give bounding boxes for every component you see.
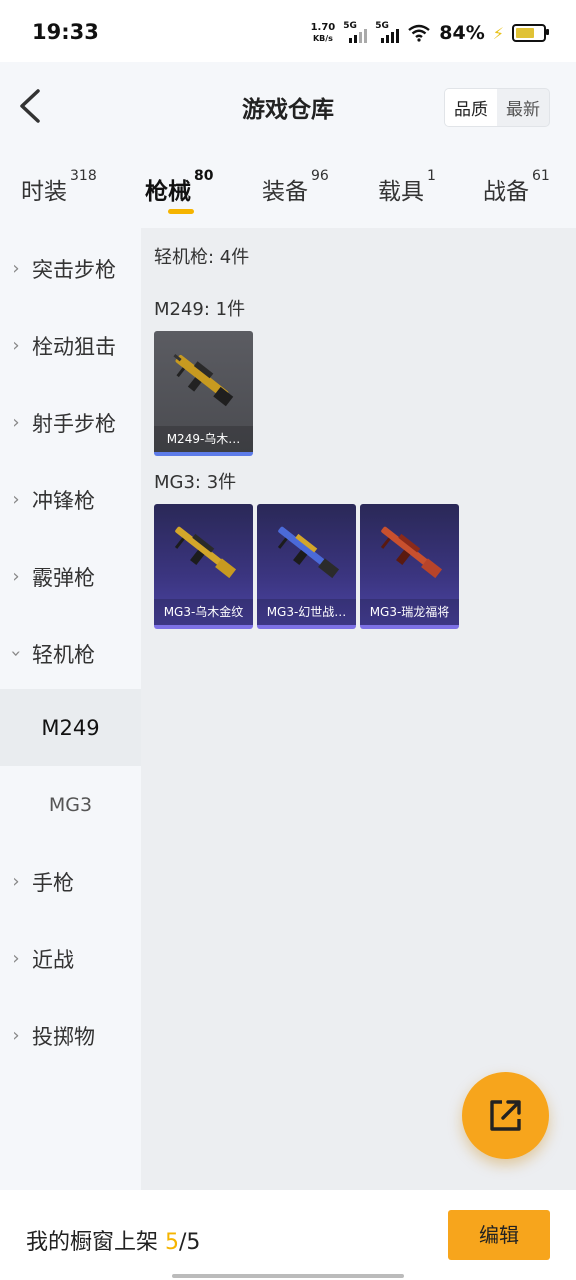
group-header: MG3: 3件 bbox=[154, 472, 237, 493]
bottom-bar: 我的橱窗上架 5/5 编辑 bbox=[0, 1190, 576, 1280]
sort-toggle: 品质 最新 bbox=[444, 88, 550, 127]
chevron-down-icon: › bbox=[5, 649, 27, 658]
sidebar-item-assault-rifle[interactable]: › 突击步枪 bbox=[0, 230, 141, 307]
chevron-right-icon: › bbox=[12, 489, 20, 510]
signal-icon: 5G bbox=[343, 21, 368, 43]
sidebar-item-smg[interactable]: › 冲锋枪 bbox=[0, 461, 141, 538]
item-card[interactable]: MG3-乌木金纹 bbox=[154, 504, 253, 629]
showcase-status: 我的橱窗上架 5/5 bbox=[26, 1230, 201, 1255]
share-external-icon bbox=[490, 1100, 521, 1131]
item-card[interactable]: MG3-幻世战… bbox=[257, 504, 356, 629]
battery-icon bbox=[512, 24, 549, 42]
chevron-right-icon: › bbox=[12, 258, 20, 279]
sidebar-subitem-mg3[interactable]: MG3 bbox=[0, 766, 141, 843]
tab-fashion[interactable]: 时装318 bbox=[21, 168, 97, 206]
sidebar-item-shotgun[interactable]: › 霰弹枪 bbox=[0, 538, 141, 615]
chevron-right-icon: › bbox=[12, 871, 20, 892]
gun-icon bbox=[174, 526, 237, 579]
category-tabs: 时装318 枪械80 装备96 载具1 战备61 bbox=[0, 150, 576, 228]
sidebar-item-lmg[interactable]: › 轻机枪 bbox=[0, 615, 141, 692]
sidebar-item-bolt-sniper[interactable]: › 栓动狙击 bbox=[0, 307, 141, 384]
sort-latest-button[interactable]: 最新 bbox=[497, 89, 549, 126]
battery-percent: 84% bbox=[439, 22, 485, 44]
gun-icon bbox=[173, 354, 234, 407]
showcase-count: 5 bbox=[165, 1230, 179, 1255]
item-card[interactable]: MG3-瑞龙福将 bbox=[360, 504, 459, 629]
chevron-right-icon: › bbox=[12, 1025, 20, 1046]
tab-firearms[interactable]: 枪械80 bbox=[145, 168, 213, 206]
active-tab-indicator bbox=[168, 209, 194, 214]
group-header: M249: 1件 bbox=[154, 299, 246, 320]
wifi-icon bbox=[408, 24, 431, 42]
tab-supplies[interactable]: 战备61 bbox=[483, 168, 550, 206]
header: 游戏仓库 品质 最新 bbox=[0, 62, 576, 150]
item-name: MG3-乌木金纹 bbox=[154, 599, 253, 625]
share-button[interactable] bbox=[462, 1072, 549, 1159]
sidebar-item-marksman-rifle[interactable]: › 射手步枪 bbox=[0, 384, 141, 461]
signal-icon: 5G bbox=[375, 21, 400, 43]
chevron-right-icon: › bbox=[12, 412, 20, 433]
sidebar-item-throwable[interactable]: › 投掷物 bbox=[0, 997, 141, 1074]
chevron-right-icon: › bbox=[12, 335, 20, 356]
sort-quality-button[interactable]: 品质 bbox=[445, 89, 497, 126]
gun-icon bbox=[277, 526, 340, 579]
edit-button[interactable]: 编辑 bbox=[448, 1210, 550, 1260]
status-bar: 19:33 1.70 KB/s 5G 5G 84% ⚡ bbox=[0, 0, 576, 62]
gun-icon bbox=[380, 526, 443, 579]
charging-icon: ⚡ bbox=[492, 23, 504, 43]
sidebar-item-pistol[interactable]: › 手枪 bbox=[0, 843, 141, 920]
network-speed: 1.70 KB/s bbox=[310, 22, 336, 43]
item-name: MG3-瑞龙福将 bbox=[360, 599, 459, 625]
sidebar: › 突击步枪 › 栓动狙击 › 射手步枪 › 冲锋枪 › 霰弹枪 › 轻机枪 M249 MG… bbox=[0, 228, 141, 1190]
status-icons: 1.70 KB/s 5G 5G 84% ⚡ bbox=[310, 21, 549, 44]
home-indicator bbox=[172, 1274, 404, 1278]
tab-equipment[interactable]: 装备96 bbox=[262, 168, 329, 206]
item-card[interactable]: M249-乌木… bbox=[154, 331, 253, 456]
status-time: 19:33 bbox=[32, 20, 99, 44]
chevron-right-icon: › bbox=[12, 566, 20, 587]
category-header: 轻机枪: 4件 bbox=[154, 247, 250, 268]
tab-vehicles[interactable]: 载具1 bbox=[378, 168, 436, 206]
item-name: MG3-幻世战… bbox=[257, 599, 356, 625]
sidebar-item-melee[interactable]: › 近战 bbox=[0, 920, 141, 997]
item-list: 轻机枪: 4件 M249: 1件 M249-乌木… MG3: 3件 MG3-乌木… bbox=[141, 228, 576, 1190]
item-name: M249-乌木… bbox=[154, 426, 253, 452]
sidebar-subitem-m249[interactable]: M249 bbox=[0, 689, 141, 766]
chevron-right-icon: › bbox=[12, 948, 20, 969]
